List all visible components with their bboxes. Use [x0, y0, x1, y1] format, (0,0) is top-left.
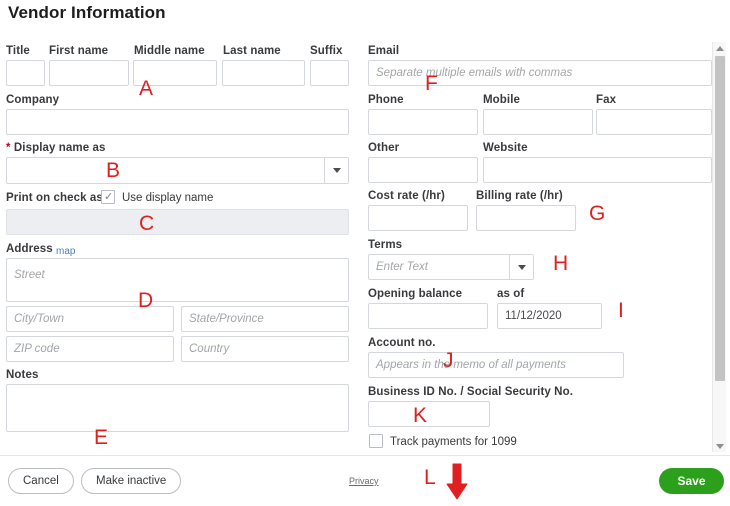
triangle-up-icon [716, 45, 724, 51]
track-1099-checkbox[interactable] [369, 434, 383, 448]
account-no-input[interactable]: Appears in the memo of all payments [368, 352, 624, 378]
middle-name-input[interactable] [133, 60, 217, 86]
display-name-input[interactable] [6, 157, 349, 184]
other-input[interactable] [368, 157, 478, 183]
page-title: Vendor Information [8, 3, 166, 22]
first-name-input[interactable] [49, 60, 129, 86]
country-input[interactable]: Country [181, 336, 349, 362]
privacy-link[interactable]: Privacy [349, 476, 379, 486]
fax-input[interactable] [596, 109, 712, 135]
phone-label: Phone [368, 94, 404, 106]
scroll-up-button[interactable] [713, 42, 727, 54]
cost-rate-label: Cost rate (/hr) [368, 190, 445, 202]
company-input[interactable] [6, 109, 349, 135]
display-name-dropdown-button[interactable] [324, 158, 348, 183]
other-label: Other [368, 142, 400, 154]
fax-label: Fax [596, 94, 617, 106]
title-label: Title [6, 45, 30, 57]
state-input[interactable]: State/Province [181, 306, 349, 332]
notes-textarea[interactable] [6, 384, 349, 432]
address-label: Address [6, 243, 53, 255]
check-icon: ✓ [104, 191, 114, 203]
mobile-label: Mobile [483, 94, 521, 106]
title-input[interactable] [6, 60, 45, 86]
notes-label: Notes [6, 369, 39, 381]
display-name-label: * Display name as [6, 142, 106, 154]
print-on-check-label: Print on check as [6, 192, 103, 204]
right-column: Email Separate multiple emails with comm… [362, 40, 714, 452]
opening-balance-input[interactable] [368, 303, 488, 329]
account-no-label: Account no. [368, 337, 436, 349]
zip-input[interactable]: ZIP code [6, 336, 174, 362]
email-input[interactable]: Separate multiple emails with commas [368, 60, 712, 86]
mobile-input[interactable] [483, 109, 593, 135]
use-display-name-checkbox[interactable]: ✓ [101, 190, 115, 204]
make-inactive-button[interactable]: Make inactive [81, 468, 182, 494]
scroll-down-button[interactable] [713, 440, 727, 452]
map-link[interactable]: map [56, 246, 75, 257]
as-of-label: as of [497, 288, 525, 300]
billing-rate-label: Billing rate (/hr) [476, 190, 563, 202]
cancel-button[interactable]: Cancel [8, 468, 74, 494]
footer-bar: Cancel Make inactive Privacy Save [0, 456, 730, 506]
left-column: Title First name Middle name Last name S… [0, 40, 360, 490]
company-label: Company [6, 94, 60, 106]
track-1099-label: Track payments for 1099 [390, 436, 517, 448]
scrollbar-thumb[interactable] [715, 56, 725, 381]
terms-dropdown-button[interactable] [509, 255, 533, 279]
opening-balance-label: Opening balance [368, 288, 463, 300]
website-label: Website [483, 142, 528, 154]
street-input[interactable]: Street [6, 258, 349, 302]
terms-label: Terms [368, 239, 403, 251]
triangle-down-icon [716, 443, 724, 449]
use-display-name-label: Use display name [122, 192, 214, 204]
suffix-input[interactable] [310, 60, 349, 86]
last-name-label: Last name [223, 45, 281, 57]
website-input[interactable] [483, 157, 712, 183]
business-id-label: Business ID No. / Social Security No. [368, 386, 574, 398]
cost-rate-input[interactable] [368, 205, 468, 231]
last-name-input[interactable] [222, 60, 305, 86]
billing-rate-input[interactable] [476, 205, 576, 231]
terms-input[interactable]: Enter Text [368, 254, 534, 280]
save-button[interactable]: Save [659, 468, 724, 494]
first-name-label: First name [49, 45, 109, 57]
vendor-information-dialog: Vendor Information Title First name Midd… [0, 0, 730, 506]
display-name-label-text: Display name as [13, 142, 106, 154]
as-of-date-input[interactable]: 11/12/2020 [497, 303, 602, 329]
email-label: Email [368, 45, 400, 57]
middle-name-label: Middle name [134, 45, 205, 57]
chevron-down-icon [517, 264, 526, 270]
chevron-down-icon [332, 168, 341, 173]
vertical-scrollbar[interactable] [712, 42, 726, 452]
phone-input[interactable] [368, 109, 478, 135]
required-marker: * [6, 142, 11, 154]
business-id-input[interactable] [368, 401, 490, 427]
suffix-label: Suffix [310, 45, 343, 57]
city-input[interactable]: City/Town [6, 306, 174, 332]
print-on-check-input[interactable] [6, 209, 349, 235]
